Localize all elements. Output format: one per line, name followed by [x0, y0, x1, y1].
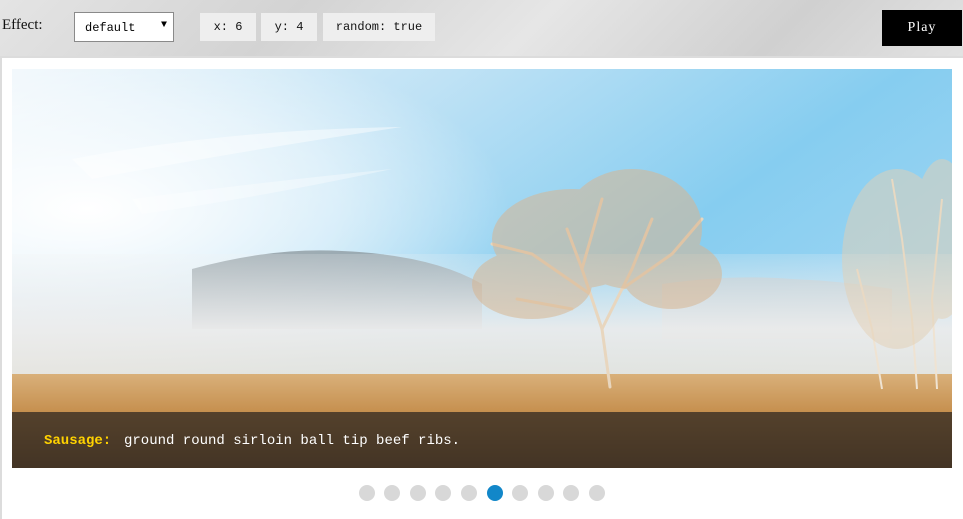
pagination-dot[interactable] [563, 485, 579, 501]
random-param-button[interactable]: random: true [323, 13, 435, 41]
landscape-photo [12, 69, 952, 468]
pagination-dot[interactable] [410, 485, 426, 501]
caption-bar: Sausage: ground round sirloin ball tip b… [12, 412, 952, 468]
slider-panel: Sausage: ground round sirloin ball tip b… [2, 58, 963, 519]
caption-title: Sausage: [44, 433, 112, 449]
pagination-dot[interactable] [589, 485, 605, 501]
effect-label: Effect: [2, 17, 43, 33]
pagination-dot[interactable] [359, 485, 375, 501]
effect-select[interactable]: default ▼ [74, 12, 174, 42]
play-button[interactable]: Play [882, 10, 962, 46]
y-param-button[interactable]: y: 4 [261, 13, 317, 41]
pagination-dots [2, 485, 963, 501]
pagination-dot[interactable] [487, 485, 503, 501]
x-param-button[interactable]: x: 6 [200, 13, 256, 41]
pagination-dot[interactable] [461, 485, 477, 501]
dropdown-arrow-icon: ▼ [160, 20, 167, 31]
effect-select-value: default [85, 21, 136, 35]
pagination-dot[interactable] [435, 485, 451, 501]
slide-image[interactable]: Sausage: ground round sirloin ball tip b… [12, 69, 952, 468]
pagination-dot[interactable] [538, 485, 554, 501]
pagination-dot[interactable] [384, 485, 400, 501]
toolbar: Effect: default ▼ x: 6 y: 4 random: true… [0, 0, 963, 56]
pagination-dot[interactable] [512, 485, 528, 501]
caption-text: ground round sirloin ball tip beef ribs. [124, 433, 461, 449]
